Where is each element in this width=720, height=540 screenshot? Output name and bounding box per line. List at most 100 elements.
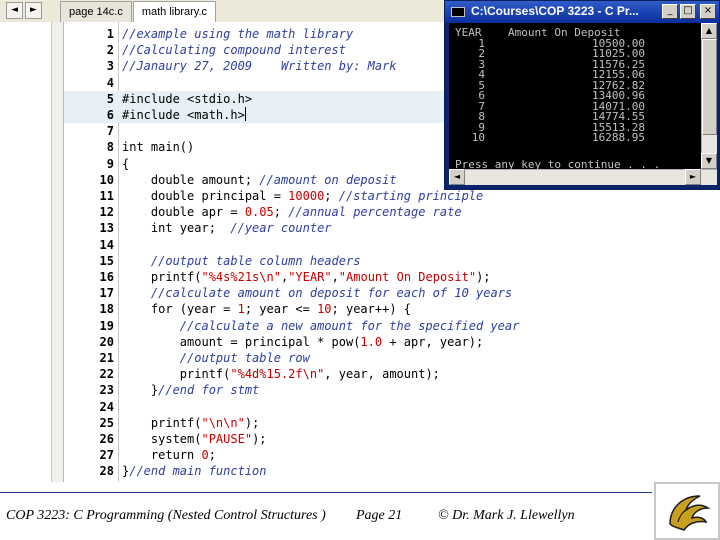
code-line[interactable]: 24 [64, 399, 720, 415]
code-line[interactable]: 22 printf("%4d%15.2f\n", year, amount); [64, 366, 720, 382]
tab-scroll-right-button[interactable]: ► [25, 2, 42, 19]
code-line[interactable]: 19 //calculate a new amount for the spec… [64, 318, 720, 334]
code-text: system("PAUSE"); [122, 431, 267, 447]
line-number: 12 [99, 205, 114, 220]
code-text: double apr = 0.05; //annual percentage r… [122, 204, 462, 220]
code-token: ; [273, 205, 289, 220]
code-text: double principal = 10000; //starting pri… [122, 188, 483, 204]
tab-page-14c[interactable]: page 14c.c [60, 1, 132, 22]
line-number: 15 [99, 253, 114, 268]
line-number: 10 [99, 172, 114, 187]
footer-author: © Dr. Mark J. Llewellyn [438, 508, 575, 523]
maximize-button[interactable]: □ [680, 4, 696, 19]
code-token: #include <math.h> [122, 108, 245, 122]
console-table-row: 9 15513.28 [455, 122, 695, 133]
code-text: //output table row [122, 350, 310, 366]
code-number: 1.0 [360, 334, 383, 349]
scroll-up-arrow-icon[interactable]: ▲ [701, 23, 717, 39]
code-token: amount = principal * pow( [122, 334, 361, 349]
code-line[interactable]: 13 int year; //year counter [64, 220, 720, 236]
code-token: , year, amount); [324, 367, 440, 382]
code-line[interactable]: 28}//end main function [64, 463, 720, 479]
scroll-left-arrow-icon[interactable]: ◄ [449, 169, 465, 185]
code-text: printf("%4s%21s\n","YEAR","Amount On Dep… [122, 269, 491, 285]
code-comment: //end main function [129, 464, 267, 479]
code-text: #include <stdio.h> [122, 91, 252, 107]
tab-scroll-left-button[interactable]: ◄ [6, 2, 23, 19]
scroll-down-arrow-icon[interactable]: ▼ [701, 153, 717, 169]
code-line[interactable]: 15 //output table column headers [64, 253, 720, 269]
code-string: "\n\n" [201, 415, 245, 430]
code-token: { [122, 156, 130, 171]
project-panel [0, 22, 52, 482]
code-text: double amount; //amount on deposit [122, 172, 397, 188]
code-line[interactable]: 18 for (year = 1; year <= 10; year++) { [64, 301, 720, 317]
code-comment: //starting principle [338, 189, 484, 203]
code-comment: //annual percentage rate [288, 205, 462, 220]
code-token: + apr, year); [382, 334, 484, 349]
console-year-cell: 10 [471, 131, 485, 144]
console-table-row: 1 10500.00 [455, 38, 695, 49]
line-number: 16 [99, 270, 114, 284]
slide-footer: COP 3223: C Programming (Nested Control … [0, 482, 720, 540]
code-text: amount = principal * pow(1.0 + apr, year… [122, 334, 483, 350]
code-text: //Calculating compound interest [122, 42, 346, 58]
console-horizontal-scrollbar[interactable]: ◄ ► [449, 169, 717, 185]
code-comment: //Janaury 27, 2009 Written by: Mark [122, 59, 397, 74]
scroll-right-arrow-icon[interactable]: ► [685, 169, 701, 185]
code-token: ; [324, 189, 339, 203]
line-number: 25 [99, 415, 114, 430]
code-string: "%4s%21s\n" [201, 270, 281, 284]
code-text: }//end for stmt [122, 382, 259, 398]
code-string: "%4d%15.2f\n" [230, 367, 325, 382]
line-number: 9 [106, 156, 114, 171]
code-comment: //calculate amount on deposit for each o… [150, 286, 513, 301]
code-line[interactable]: 12 double apr = 0.05; //annual percentag… [64, 204, 720, 220]
console-vertical-scrollbar[interactable]: ▲ ▼ [701, 23, 717, 169]
line-number: 19 [99, 318, 114, 333]
code-text: }//end main function [122, 463, 267, 479]
code-token: } [122, 383, 159, 398]
pegasus-logo-icon [669, 495, 711, 531]
code-text: printf("%4d%15.2f\n", year, amount); [122, 366, 440, 382]
close-button[interactable]: × [700, 4, 716, 19]
code-line[interactable]: 17 //calculate amount on deposit for eac… [64, 285, 720, 301]
line-number: 21 [99, 351, 114, 365]
ucf-pegasus-logo [654, 482, 720, 540]
minimize-button[interactable]: _ [662, 4, 678, 19]
tab-nav-buttons: ◄ ► [6, 2, 42, 20]
code-line[interactable]: 23 }//end for stmt [64, 382, 720, 398]
code-line[interactable]: 14 [64, 237, 720, 253]
project-panel-scrollbar[interactable] [52, 22, 64, 482]
line-number: 11 [99, 189, 114, 203]
code-line[interactable]: 26 system("PAUSE"); [64, 431, 720, 447]
code-token: ); [244, 415, 260, 430]
line-number: 5 [106, 91, 114, 106]
code-text: for (year = 1; year <= 10; year++) { [122, 301, 411, 317]
code-token: printf( [122, 270, 202, 284]
code-text: //example using the math library [122, 26, 353, 42]
code-comment: //Calculating compound interest [122, 43, 346, 58]
code-line[interactable]: 27 return 0; [64, 447, 720, 463]
code-comment: //end for stmt [158, 383, 260, 398]
console-table-row: 6 13400.96 [455, 90, 695, 101]
console-prompt: Press any key to continue . . . [455, 158, 661, 169]
footer-page-number: Page 21 [356, 508, 403, 523]
console-table-row: 8 14774.55 [455, 111, 695, 122]
line-number: 20 [99, 334, 114, 349]
code-line[interactable]: 21 //output table row [64, 350, 720, 366]
code-line[interactable]: 25 printf("\n\n"); [64, 415, 720, 431]
code-line[interactable]: 16 printf("%4s%21s\n","YEAR","Amount On … [64, 269, 720, 285]
code-line[interactable]: 20 amount = principal * pow(1.0 + apr, y… [64, 334, 720, 350]
code-comment: //amount on deposit [259, 172, 397, 187]
tab-math-library[interactable]: math library.c [132, 1, 217, 22]
code-token: int year; [122, 221, 231, 236]
console-table-row: 4 12155.06 [455, 69, 695, 80]
console-title-bar[interactable]: C:\Courses\COP 3223 - C Pr... _ □ × [445, 1, 719, 23]
line-number: 3 [106, 59, 114, 74]
line-number: 22 [99, 367, 114, 382]
code-token: double amount; [122, 172, 260, 187]
console-vertical-thumb[interactable] [702, 39, 717, 135]
code-line[interactable]: 11 double principal = 10000; //starting … [64, 188, 720, 204]
